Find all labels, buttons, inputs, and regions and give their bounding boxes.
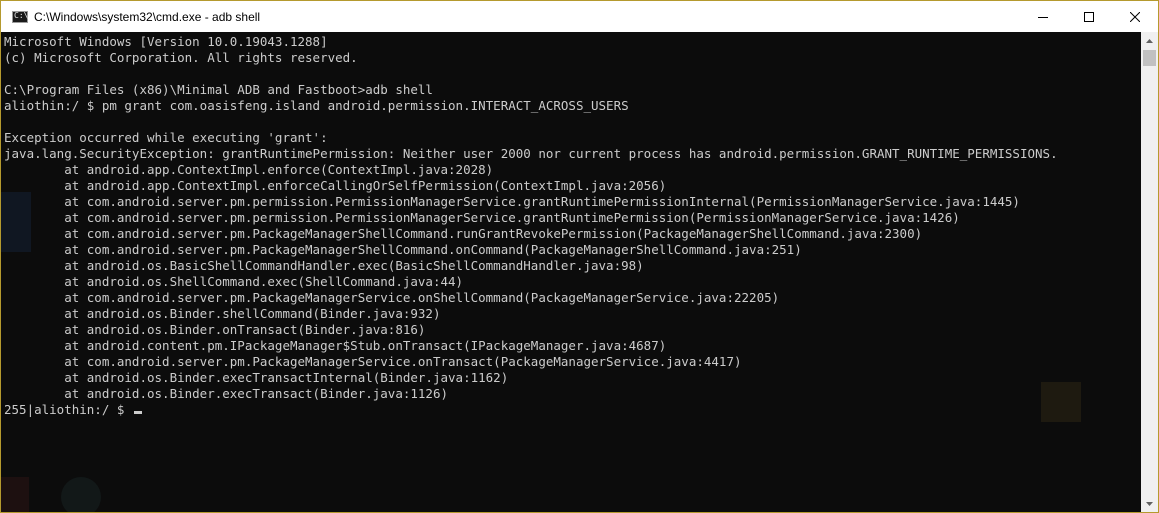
- vertical-scrollbar[interactable]: [1141, 32, 1158, 512]
- close-icon: [1130, 11, 1140, 22]
- console-line: at com.android.server.pm.PackageManagerS…: [4, 242, 802, 257]
- minimize-button[interactable]: [1020, 1, 1066, 32]
- console-line: at android.app.ContextImpl.enforce(Conte…: [4, 162, 494, 177]
- scrollbar-thumb[interactable]: [1143, 50, 1156, 66]
- console-output[interactable]: Microsoft Windows [Version 10.0.19043.12…: [1, 32, 1141, 512]
- close-button[interactable]: [1112, 1, 1158, 32]
- console-line: at com.android.server.pm.permission.Perm…: [4, 194, 1020, 209]
- cmd-window: C:\ C:\Windows\system32\cmd.exe - adb sh…: [0, 0, 1159, 513]
- console-line: Exception occurred while executing 'gran…: [4, 130, 328, 145]
- console-line: C:\Program Files (x86)\Minimal ADB and F…: [4, 82, 433, 97]
- console-line: at android.os.Binder.shellCommand(Binder…: [4, 306, 441, 321]
- console-line: at android.os.Binder.execTransact(Binder…: [4, 386, 449, 401]
- console-line: at android.app.ContextImpl.enforceCallin…: [4, 178, 667, 193]
- console-line: at com.android.server.pm.PackageManagerS…: [4, 226, 923, 241]
- console-icon[interactable]: C:\: [12, 10, 28, 23]
- minimize-icon: [1038, 16, 1048, 18]
- scroll-down-button[interactable]: [1141, 495, 1158, 512]
- window-controls: [1020, 1, 1158, 32]
- scroll-up-arrow-icon: [1146, 38, 1153, 43]
- console-line: at android.os.BasicShellCommandHandler.e…: [4, 258, 644, 273]
- console-line: at android.os.ShellCommand.exec(ShellCom…: [4, 274, 464, 289]
- console-line: at android.content.pm.IPackageManager$St…: [4, 338, 667, 353]
- desktop-background-shape: [1, 477, 29, 512]
- text-cursor: [133, 411, 142, 414]
- scroll-up-button[interactable]: [1141, 32, 1158, 49]
- console-line: at com.android.server.pm.PackageManagerS…: [4, 354, 742, 369]
- console-line: java.lang.SecurityException: grantRuntim…: [4, 146, 1058, 161]
- scroll-down-arrow-icon: [1146, 501, 1153, 506]
- window-title: C:\Windows\system32\cmd.exe - adb shell: [34, 9, 261, 24]
- console-line: at android.os.Binder.onTransact(Binder.j…: [4, 322, 426, 337]
- console-line: aliothin:/ $ pm grant com.oasisfeng.isla…: [4, 98, 629, 113]
- console-line: at com.android.server.pm.PackageManagerS…: [4, 290, 780, 305]
- shell-prompt: 255|aliothin:/ $: [4, 402, 132, 417]
- console-line: at android.os.Binder.execTransactInterna…: [4, 370, 509, 385]
- maximize-button[interactable]: [1066, 1, 1112, 32]
- console-line: (c) Microsoft Corporation. All rights re…: [4, 50, 358, 65]
- console-line: Microsoft Windows [Version 10.0.19043.12…: [4, 34, 328, 49]
- console-prompt-line[interactable]: 255|aliothin:/ $: [4, 402, 1058, 418]
- console-line: at com.android.server.pm.permission.Perm…: [4, 210, 960, 225]
- console-text: Microsoft Windows [Version 10.0.19043.12…: [4, 34, 1058, 418]
- desktop-background-shape: [61, 477, 101, 512]
- maximize-icon: [1084, 11, 1094, 22]
- title-bar[interactable]: C:\ C:\Windows\system32\cmd.exe - adb sh…: [1, 1, 1158, 32]
